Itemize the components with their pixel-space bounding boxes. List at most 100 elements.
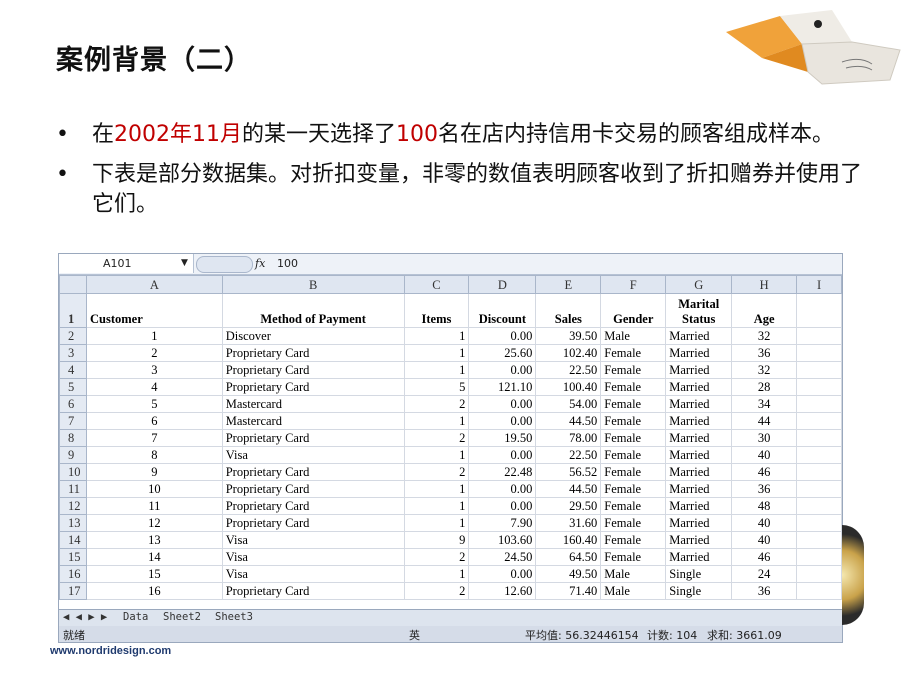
cell[interactable]: 32 bbox=[731, 327, 798, 345]
cell[interactable]: Proprietary Card bbox=[221, 480, 405, 498]
cell[interactable]: Female bbox=[600, 378, 667, 396]
cell[interactable]: Female bbox=[600, 514, 667, 532]
cell[interactable]: 40 bbox=[731, 531, 798, 549]
cell[interactable]: Customer bbox=[85, 293, 223, 328]
cell[interactable]: 1 bbox=[403, 344, 470, 362]
cell[interactable]: 28 bbox=[731, 378, 798, 396]
cell[interactable]: 0.00 bbox=[468, 361, 537, 379]
cell[interactable]: 0.00 bbox=[468, 565, 537, 583]
cell[interactable] bbox=[796, 344, 842, 362]
cell[interactable]: 121.10 bbox=[468, 378, 537, 396]
cell[interactable]: 24 bbox=[731, 565, 798, 583]
name-box[interactable]: A101 ▼ bbox=[59, 254, 194, 273]
cell[interactable]: 0.00 bbox=[468, 412, 537, 430]
cell[interactable]: 12.60 bbox=[468, 582, 537, 600]
cell[interactable] bbox=[796, 463, 842, 481]
cell[interactable] bbox=[796, 361, 842, 379]
cell[interactable] bbox=[796, 548, 842, 566]
cell[interactable]: 11 bbox=[85, 497, 223, 515]
cell[interactable]: 40 bbox=[731, 446, 798, 464]
tab-sheet2[interactable]: Sheet2 bbox=[163, 611, 201, 623]
cell[interactable]: 54.00 bbox=[535, 395, 602, 413]
row-header[interactable]: 15 bbox=[59, 548, 87, 566]
column-header[interactable]: G bbox=[665, 275, 733, 294]
row-header[interactable]: 5 bbox=[59, 378, 87, 396]
row-header[interactable]: 10 bbox=[59, 463, 87, 481]
cell[interactable]: Married bbox=[665, 480, 733, 498]
cell[interactable]: 15 bbox=[85, 565, 223, 583]
cell[interactable]: 29.50 bbox=[535, 497, 602, 515]
cell[interactable]: 22.48 bbox=[468, 463, 537, 481]
cell[interactable]: 22.50 bbox=[535, 361, 602, 379]
cell[interactable]: Married bbox=[665, 514, 733, 532]
cell[interactable]: Single bbox=[665, 582, 733, 600]
cell[interactable]: Sales bbox=[535, 293, 602, 328]
row-header[interactable]: 13 bbox=[59, 514, 87, 532]
cell[interactable]: 32 bbox=[731, 361, 798, 379]
cell[interactable]: 46 bbox=[731, 548, 798, 566]
column-header[interactable]: B bbox=[221, 275, 405, 294]
cell[interactable]: 0.00 bbox=[468, 395, 537, 413]
cell[interactable]: Age bbox=[731, 293, 798, 328]
cell[interactable]: Proprietary Card bbox=[221, 497, 405, 515]
cell[interactable]: Female bbox=[600, 497, 667, 515]
cell[interactable]: Married bbox=[665, 378, 733, 396]
cell[interactable]: 2 bbox=[403, 395, 470, 413]
cell[interactable]: Female bbox=[600, 446, 667, 464]
column-header[interactable]: E bbox=[535, 275, 602, 294]
cell[interactable]: Marital Status bbox=[665, 293, 733, 328]
cell[interactable]: 25.60 bbox=[468, 344, 537, 362]
cell[interactable]: Married bbox=[665, 361, 733, 379]
cell[interactable]: 48 bbox=[731, 497, 798, 515]
row-header[interactable]: 17 bbox=[59, 582, 87, 600]
row-header[interactable]: 6 bbox=[59, 395, 87, 413]
cell[interactable] bbox=[796, 582, 842, 600]
cell[interactable]: Married bbox=[665, 497, 733, 515]
fx-icon[interactable]: fx bbox=[255, 254, 265, 273]
cell[interactable] bbox=[796, 446, 842, 464]
cell[interactable] bbox=[796, 395, 842, 413]
cell[interactable]: 1 bbox=[403, 514, 470, 532]
cell[interactable]: Proprietary Card bbox=[221, 514, 405, 532]
cell[interactable]: 36 bbox=[731, 480, 798, 498]
row-header[interactable]: 14 bbox=[59, 531, 87, 549]
cell[interactable]: 9 bbox=[85, 463, 223, 481]
formula-input[interactable]: 100 bbox=[277, 254, 298, 273]
row-header[interactable]: 2 bbox=[59, 327, 87, 345]
cell[interactable]: 56.52 bbox=[535, 463, 602, 481]
cell[interactable]: 44 bbox=[731, 412, 798, 430]
cell[interactable]: Married bbox=[665, 429, 733, 447]
cell[interactable] bbox=[796, 497, 842, 515]
cell[interactable]: 40 bbox=[731, 514, 798, 532]
cell[interactable]: Married bbox=[665, 327, 733, 345]
cell[interactable]: 16 bbox=[85, 582, 223, 600]
cell[interactable]: 71.40 bbox=[535, 582, 602, 600]
row-header[interactable]: 9 bbox=[59, 446, 87, 464]
cell[interactable]: 5 bbox=[403, 378, 470, 396]
cell[interactable]: 13 bbox=[85, 531, 223, 549]
row-header[interactable]: 16 bbox=[59, 565, 87, 583]
cell[interactable]: 7.90 bbox=[468, 514, 537, 532]
tab-sheet3[interactable]: Sheet3 bbox=[215, 611, 253, 623]
cell[interactable]: 8 bbox=[85, 446, 223, 464]
cell[interactable]: Male bbox=[600, 327, 667, 345]
cell[interactable]: Female bbox=[600, 429, 667, 447]
cell[interactable] bbox=[796, 293, 842, 328]
cell[interactable]: Married bbox=[665, 395, 733, 413]
column-header[interactable]: F bbox=[600, 275, 667, 294]
cell[interactable]: Discover bbox=[221, 327, 405, 345]
cell[interactable]: Female bbox=[600, 531, 667, 549]
cell[interactable]: Female bbox=[600, 344, 667, 362]
cell[interactable]: Female bbox=[600, 412, 667, 430]
cell[interactable]: Proprietary Card bbox=[221, 582, 405, 600]
ime-indicator[interactable]: 英 bbox=[409, 627, 420, 642]
column-header[interactable]: A bbox=[85, 275, 223, 294]
cell[interactable]: Married bbox=[665, 446, 733, 464]
cell[interactable]: 64.50 bbox=[535, 548, 602, 566]
cell[interactable]: Female bbox=[600, 463, 667, 481]
cell[interactable]: 1 bbox=[403, 565, 470, 583]
tab-nav-arrows[interactable]: ◀ ◀ ▶ ▶ bbox=[63, 611, 107, 623]
cell[interactable]: Proprietary Card bbox=[221, 463, 405, 481]
cell[interactable]: 1 bbox=[403, 446, 470, 464]
cell[interactable]: 36 bbox=[731, 582, 798, 600]
